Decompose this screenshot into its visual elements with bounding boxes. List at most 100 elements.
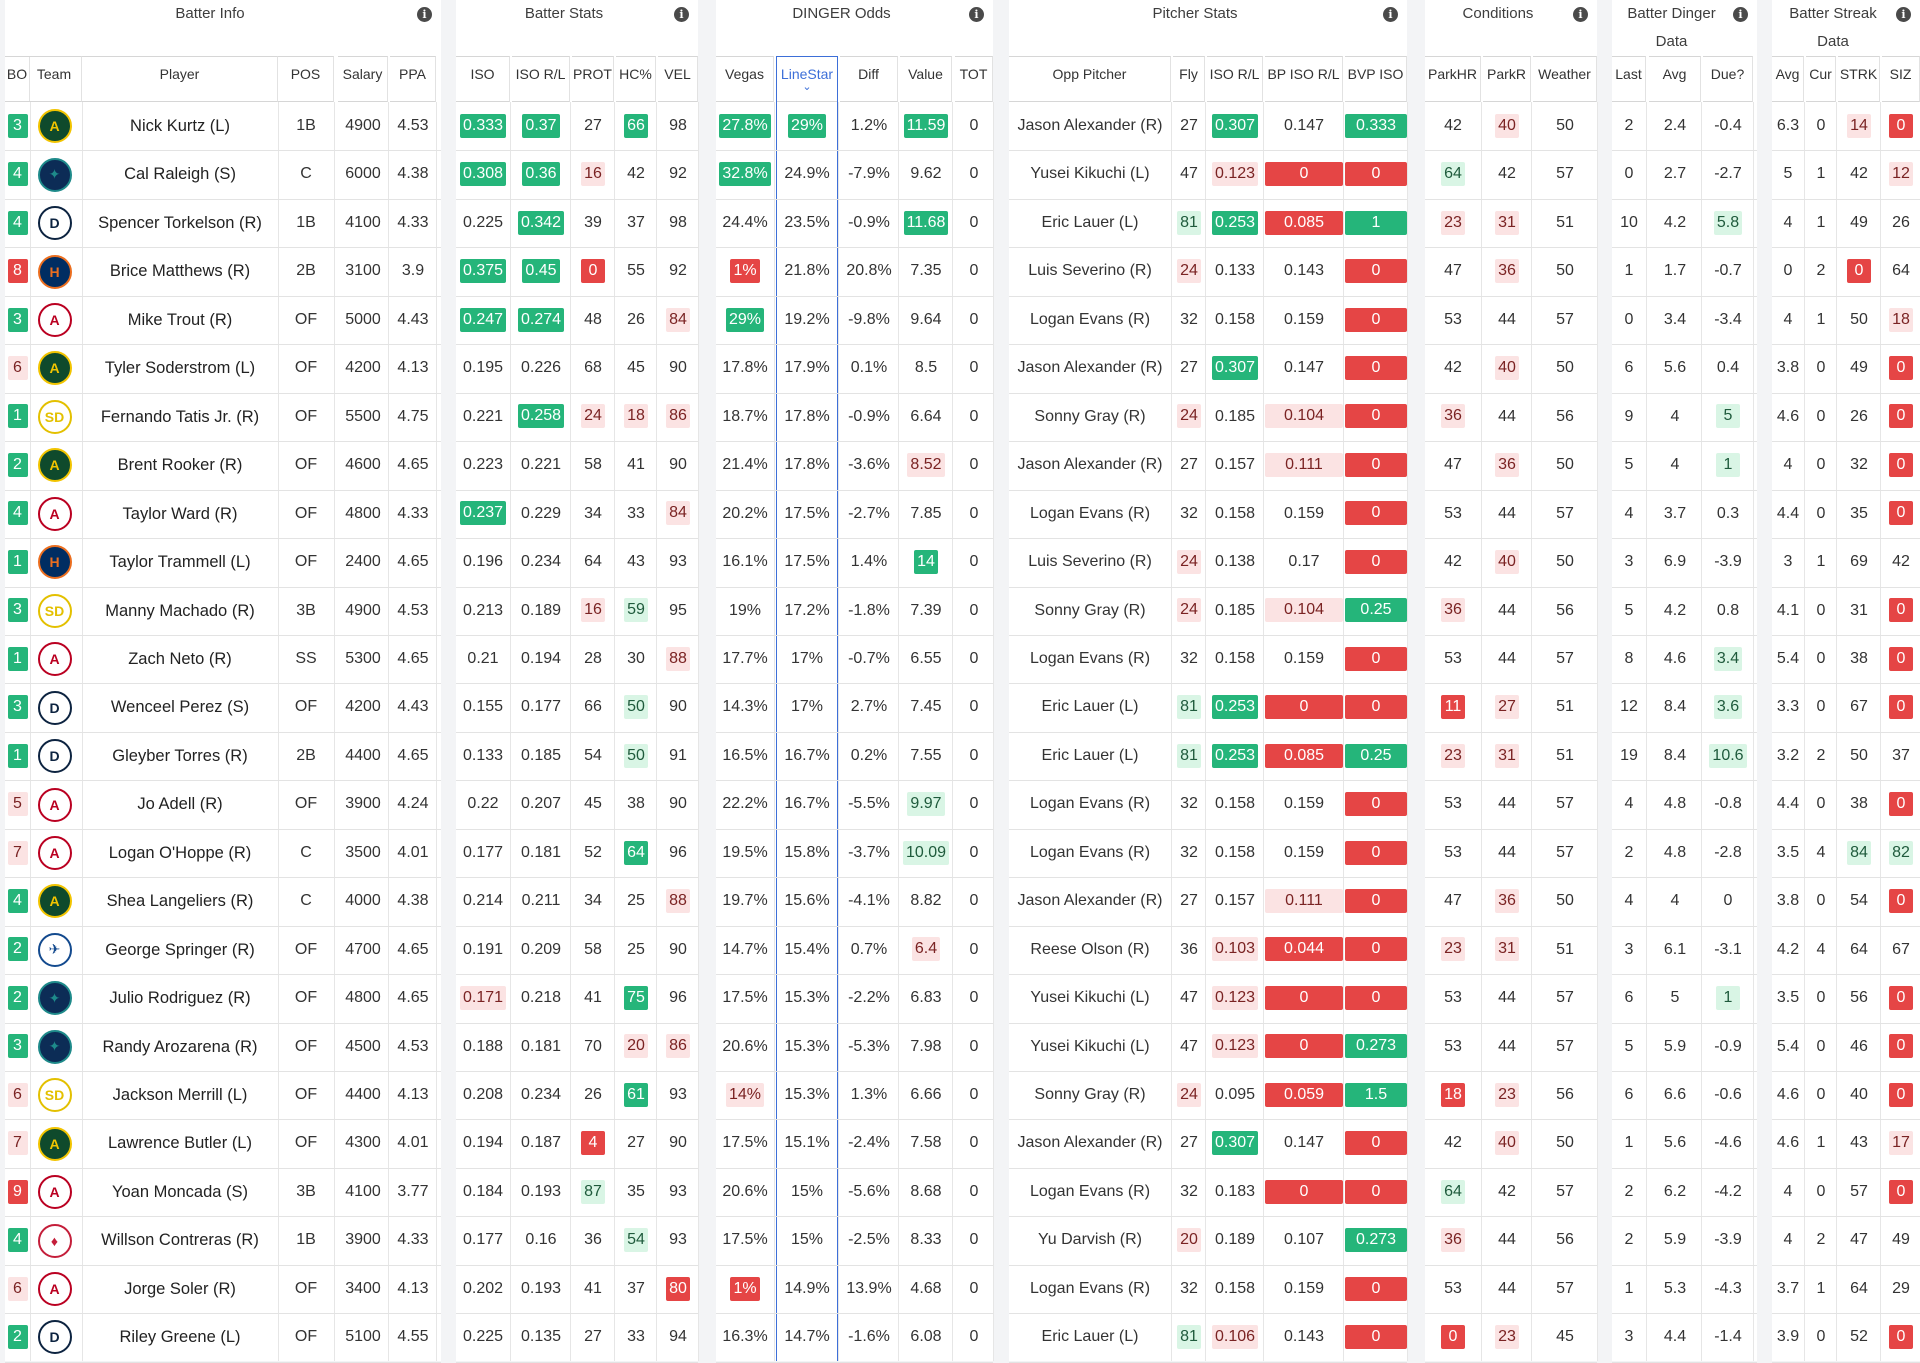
column-header-avg[interactable]: Avg xyxy=(1772,56,1804,102)
player-name[interactable]: Nick Kurtz (L) xyxy=(82,102,278,150)
player-name[interactable]: Zach Neto (R) xyxy=(82,635,278,683)
cell-opp-pitcher[interactable]: Eric Lauer (L) xyxy=(1009,1313,1171,1361)
column-header-strk[interactable]: STRK xyxy=(1838,56,1880,102)
player-name[interactable]: Gleyber Torres (R) xyxy=(82,732,278,780)
column-header-fly[interactable]: Fly xyxy=(1173,56,1205,102)
info-icon[interactable]: i xyxy=(1573,7,1588,22)
player-name[interactable]: Brice Matthews (R) xyxy=(82,247,278,295)
cell-parkhr: 18 xyxy=(1425,1071,1481,1119)
cell-opp-pitcher[interactable]: Jason Alexander (R) xyxy=(1009,102,1171,150)
column-header-iso-r-l[interactable]: ISO R/L xyxy=(1207,56,1263,102)
column-header-cur[interactable]: Cur xyxy=(1806,56,1836,102)
player-name[interactable]: George Springer (R) xyxy=(82,926,278,974)
chevron-down-icon[interactable]: ⌄ xyxy=(777,81,837,93)
cell-opp-pitcher[interactable]: Luis Severino (R) xyxy=(1009,247,1171,295)
cell-opp-pitcher[interactable]: Eric Lauer (L) xyxy=(1009,732,1171,780)
cell-opp-pitcher[interactable]: Luis Severino (R) xyxy=(1009,538,1171,586)
player-name[interactable]: Logan O'Hoppe (R) xyxy=(82,829,278,877)
cell-opp-pitcher[interactable]: Sonny Gray (R) xyxy=(1009,587,1171,635)
player-name[interactable]: Spencer Torkelson (R) xyxy=(82,199,278,247)
info-icon[interactable]: i xyxy=(417,7,432,22)
cell-opp-pitcher[interactable]: Logan Evans (R) xyxy=(1009,1265,1171,1313)
player-name[interactable]: Cal Raleigh (S) xyxy=(82,150,278,198)
cell-opp-pitcher[interactable]: Jason Alexander (R) xyxy=(1009,344,1171,392)
cell-vegas: 27.8% xyxy=(716,102,774,150)
player-name[interactable]: Tyler Soderstrom (L) xyxy=(82,344,278,392)
cell-opp-pitcher[interactable]: Logan Evans (R) xyxy=(1009,780,1171,828)
player-name[interactable]: Fernando Tatis Jr. (R) xyxy=(82,393,278,441)
cell-opp-pitcher[interactable]: Logan Evans (R) xyxy=(1009,829,1171,877)
column-header-iso[interactable]: ISO xyxy=(456,56,510,102)
column-header-avg[interactable]: Avg xyxy=(1649,56,1701,102)
cell-opp-pitcher[interactable]: Logan Evans (R) xyxy=(1009,490,1171,538)
cell-opp-pitcher[interactable]: Jason Alexander (R) xyxy=(1009,441,1171,489)
info-icon[interactable]: i xyxy=(674,7,689,22)
cell-value: 8.68 xyxy=(910,1182,942,1200)
player-name[interactable]: Jackson Merrill (L) xyxy=(82,1071,278,1119)
player-name[interactable]: Manny Machado (R) xyxy=(82,587,278,635)
player-name[interactable]: Jorge Soler (R) xyxy=(82,1265,278,1313)
player-name[interactable]: Randy Arozarena (R) xyxy=(82,1023,278,1071)
column-header-pos[interactable]: POS xyxy=(278,56,334,102)
player-name[interactable]: Taylor Trammell (L) xyxy=(82,538,278,586)
column-header-label: ISO xyxy=(470,66,495,82)
player-name[interactable]: Willson Contreras (R) xyxy=(82,1216,278,1264)
player-name[interactable]: Jo Adell (R) xyxy=(82,780,278,828)
column-header-prot[interactable]: PROT xyxy=(572,56,614,102)
cell-opp-pitcher[interactable]: Eric Lauer (L) xyxy=(1009,199,1171,247)
column-header-weather[interactable]: Weather xyxy=(1533,56,1597,102)
column-header-due[interactable]: Due? xyxy=(1703,56,1753,102)
column-header-parkhr[interactable]: ParkHR xyxy=(1425,56,1481,102)
cell-opp-pitcher[interactable]: Yusei Kikuchi (L) xyxy=(1009,1023,1171,1071)
player-name[interactable]: Riley Greene (L) xyxy=(82,1313,278,1361)
cell-opp-pitcher[interactable]: Logan Evans (R) xyxy=(1009,296,1171,344)
column-header-opp-pitcher[interactable]: Opp Pitcher xyxy=(1009,56,1171,102)
cell-diff: -1.6% xyxy=(848,1328,890,1346)
cell-opp-pitcher[interactable]: Logan Evans (R) xyxy=(1009,1168,1171,1216)
cell-opp-pitcher[interactable]: Sonny Gray (R) xyxy=(1009,1071,1171,1119)
player-name[interactable]: Wenceel Perez (S) xyxy=(82,683,278,731)
cell-iso-r-l: 0.123 xyxy=(1207,1023,1263,1071)
cell-opp-pitcher[interactable]: Yusei Kikuchi (L) xyxy=(1009,974,1171,1022)
cell-opp-pitcher[interactable]: Yu Darvish (R) xyxy=(1009,1216,1171,1264)
player-name[interactable]: Brent Rooker (R) xyxy=(82,441,278,489)
cell-opp-pitcher[interactable]: Jason Alexander (R) xyxy=(1009,877,1171,925)
cell-opp-pitcher[interactable]: Jason Alexander (R) xyxy=(1009,1119,1171,1167)
column-header-linestar[interactable]: LineStar ⌄ xyxy=(776,56,838,102)
column-header-vegas[interactable]: Vegas xyxy=(716,56,774,102)
player-name[interactable]: Yoan Moncada (S) xyxy=(82,1168,278,1216)
player-name[interactable]: Taylor Ward (R) xyxy=(82,490,278,538)
cell-opp-pitcher[interactable]: Sonny Gray (R) xyxy=(1009,393,1171,441)
info-icon[interactable]: i xyxy=(969,7,984,22)
column-header-player[interactable]: Player xyxy=(82,56,278,102)
column-header-ppa[interactable]: PPA xyxy=(390,56,436,102)
column-header-label: Diff xyxy=(858,66,879,82)
cell-fly: 32 xyxy=(1180,1182,1198,1200)
player-name[interactable]: Julio Rodriguez (R) xyxy=(82,974,278,1022)
cell-opp-pitcher[interactable]: Reese Olson (R) xyxy=(1009,926,1171,974)
column-header-parkr[interactable]: ParkR xyxy=(1483,56,1531,102)
cell-opp-pitcher[interactable]: Yusei Kikuchi (L) xyxy=(1009,150,1171,198)
column-header-vel[interactable]: VEL xyxy=(658,56,698,102)
player-name[interactable]: Lawrence Butler (L) xyxy=(82,1119,278,1167)
column-header-last[interactable]: Last xyxy=(1612,56,1646,102)
cell-cur: 0 xyxy=(1816,601,1826,619)
column-header-bvp-iso[interactable]: BVP ISO xyxy=(1345,56,1407,102)
column-header-bp-iso-r-l[interactable]: BP ISO R/L xyxy=(1265,56,1343,102)
column-header-iso-r-l[interactable]: ISO R/L xyxy=(512,56,570,102)
cell-opp-pitcher[interactable]: Eric Lauer (L) xyxy=(1009,683,1171,731)
column-header-value[interactable]: Value xyxy=(900,56,952,102)
column-header-tot[interactable]: TOT xyxy=(955,56,993,102)
column-header-diff[interactable]: Diff xyxy=(840,56,898,102)
info-icon[interactable]: i xyxy=(1383,7,1398,22)
info-icon[interactable]: i xyxy=(1896,7,1911,22)
player-name[interactable]: Shea Langeliers (R) xyxy=(82,877,278,925)
cell-opp-pitcher[interactable]: Logan Evans (R) xyxy=(1009,635,1171,683)
column-header-siz[interactable]: SIZ xyxy=(1882,56,1920,102)
info-icon[interactable]: i xyxy=(1733,7,1748,22)
cell-iso-r-l: 0.181 xyxy=(520,1037,562,1055)
column-header-team[interactable]: Team xyxy=(27,56,82,102)
player-name[interactable]: Mike Trout (R) xyxy=(82,296,278,344)
column-header-salary[interactable]: Salary xyxy=(338,56,388,102)
column-header-hc[interactable]: HC% xyxy=(616,56,656,102)
